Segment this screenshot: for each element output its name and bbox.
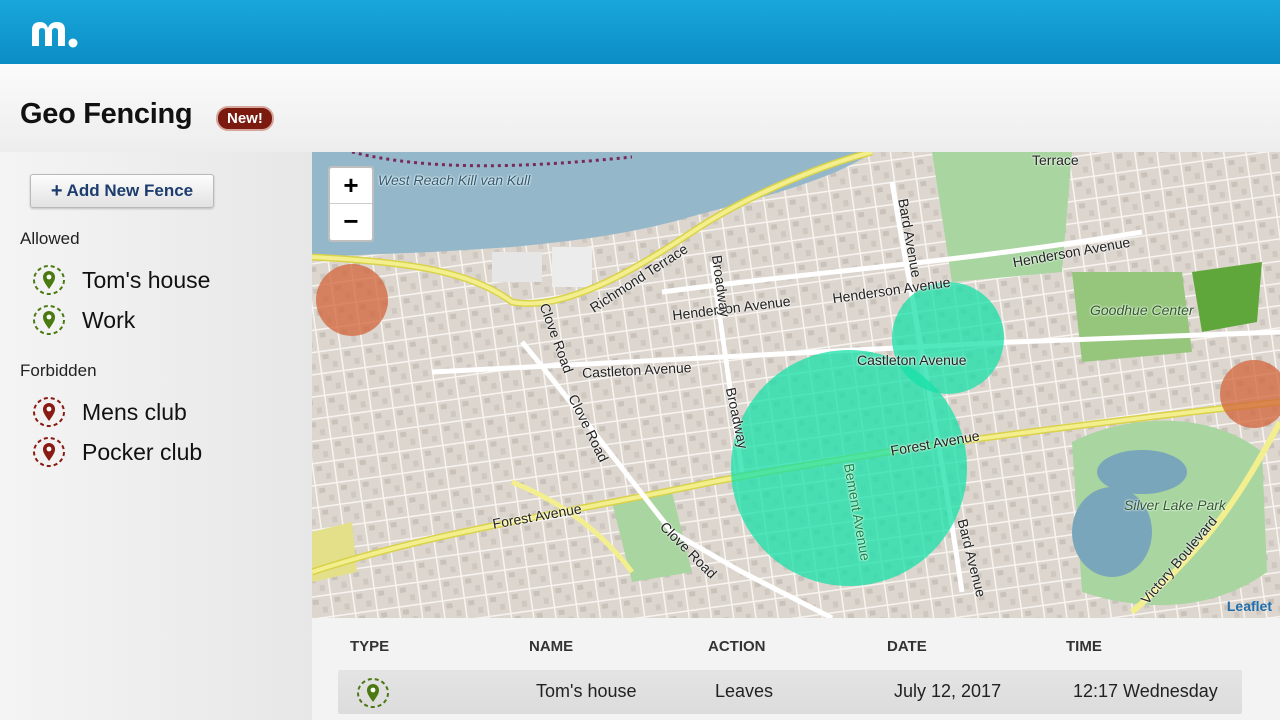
location-pin-icon	[357, 678, 389, 708]
geofence-map[interactable]: West Reach Kill van Kull Richmond Terrac…	[312, 152, 1280, 618]
fence-item-label: Tom's house	[82, 266, 211, 293]
new-badge: New!	[216, 106, 274, 131]
map-tiles	[312, 152, 1280, 618]
location-pin-icon	[33, 397, 65, 427]
leaflet-attribution-link[interactable]: Leaflet	[1227, 598, 1272, 614]
column-header-time: TIME	[1066, 638, 1102, 655]
column-header-action: ACTION	[708, 638, 766, 655]
row-date: July 12, 2017	[894, 681, 1002, 701]
forbidden-fence-circle[interactable]	[316, 264, 388, 336]
row-name: Tom's house	[536, 681, 637, 701]
fence-item-toms-house[interactable]: Tom's house	[32, 263, 210, 297]
row-time: 12:17 Wednesday	[1073, 681, 1218, 701]
page-title: Geo Fencing	[20, 98, 193, 130]
fence-item-work[interactable]: Work	[32, 303, 135, 337]
location-pin-icon	[33, 305, 65, 335]
add-new-fence-label: Add New Fence	[66, 181, 194, 200]
location-pin-icon	[33, 437, 65, 467]
add-new-fence-button[interactable]: + Add New Fence	[30, 174, 214, 208]
row-action: Leaves	[715, 681, 774, 701]
plus-icon: +	[50, 179, 63, 202]
map-label: Silver Lake Park	[1124, 497, 1226, 513]
group-label-allowed: Allowed	[20, 229, 80, 248]
top-bar	[0, 0, 1280, 64]
column-header-date: DATE	[887, 638, 927, 655]
fence-item-label: Mens club	[82, 398, 187, 425]
fence-item-pocker-club[interactable]: Pocker club	[32, 435, 202, 469]
column-header-name: NAME	[529, 638, 574, 655]
fence-item-label: Pocker club	[82, 438, 203, 465]
fence-item-mens-club[interactable]: Mens club	[32, 395, 187, 429]
group-label-forbidden: Forbidden	[20, 361, 97, 380]
map-label: Castleton Avenue	[857, 352, 967, 368]
map-label: West Reach Kill van Kull	[378, 172, 531, 188]
map-label: Goodhue Center	[1090, 302, 1194, 318]
zoom-out-button[interactable]: −	[330, 204, 372, 239]
zoom-in-button[interactable]: +	[330, 168, 372, 204]
fence-item-label: Work	[82, 306, 136, 333]
location-pin-icon	[33, 265, 65, 295]
mspy-logo-icon[interactable]	[28, 16, 82, 50]
column-header-type: TYPE	[350, 638, 390, 655]
zoom-control: + −	[328, 166, 374, 242]
map-label: Terrace	[1032, 152, 1079, 168]
